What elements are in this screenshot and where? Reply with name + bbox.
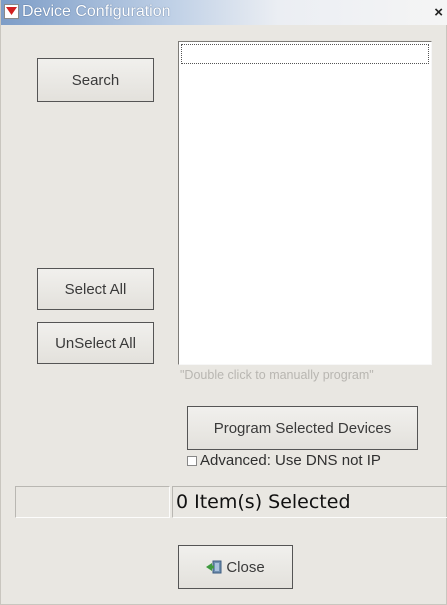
advanced-dns-checkbox[interactable] (187, 456, 197, 466)
status-panel-left (15, 486, 170, 518)
app-icon[interactable] (4, 4, 19, 19)
program-selected-devices-button[interactable]: Program Selected Devices (187, 406, 418, 450)
selected-count-text: 0 Item(s) Selected (176, 491, 351, 513)
unselect-all-button[interactable]: UnSelect All (37, 322, 154, 364)
close-door-icon (206, 560, 222, 574)
select-all-button[interactable]: Select All (37, 268, 154, 310)
advanced-dns-option[interactable]: Advanced: Use DNS not IP (187, 452, 381, 469)
search-button[interactable]: Search (37, 58, 154, 102)
advanced-dns-label: Advanced: Use DNS not IP (200, 452, 381, 469)
list-focus-row[interactable] (181, 44, 429, 64)
close-button-label: Close (226, 558, 265, 576)
search-button-label: Search (71, 71, 120, 89)
close-button[interactable]: Close (178, 545, 293, 589)
program-selected-label: Program Selected Devices (213, 419, 392, 437)
window-close-button[interactable]: × (434, 5, 443, 20)
device-list[interactable] (178, 41, 432, 365)
select-all-label: Select All (64, 280, 127, 298)
status-panel-right: 0 Item(s) Selected (172, 486, 447, 518)
manual-program-hint: "Double click to manually program" (180, 368, 374, 382)
unselect-all-label: UnSelect All (55, 334, 136, 352)
device-configuration-window: Device Configuration × Search Select All… (0, 0, 447, 605)
title-bar[interactable]: Device Configuration × (1, 0, 447, 25)
window-title: Device Configuration (22, 3, 171, 20)
